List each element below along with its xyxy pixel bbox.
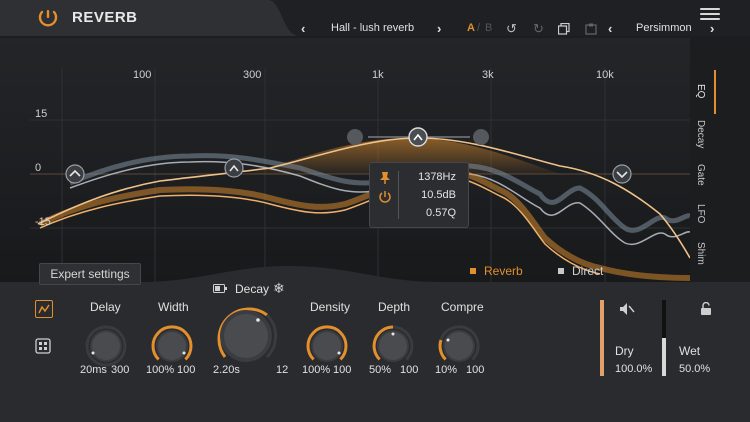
tab-eq[interactable]: EQ xyxy=(695,84,706,98)
expert-settings-button[interactable]: Expert settings xyxy=(39,263,141,285)
delay-label: Delay xyxy=(90,300,121,314)
eq-node-3 xyxy=(408,127,428,147)
tooltip-gain: 10.5dB xyxy=(421,189,456,201)
db-label-minus15: -15 xyxy=(35,216,51,228)
ab-b-button[interactable]: B xyxy=(485,22,492,34)
grid-view-icon[interactable] xyxy=(35,338,51,354)
eq-curves xyxy=(0,38,690,284)
delay-knob[interactable] xyxy=(82,322,130,370)
eq-node-1 xyxy=(65,164,85,184)
preset-bank-name[interactable]: Persimmon xyxy=(636,22,692,34)
wet-meter-fill xyxy=(662,338,666,376)
width-label: Width xyxy=(158,300,189,314)
dry-label: Dry xyxy=(615,344,634,358)
dry-meter[interactable] xyxy=(600,300,604,376)
density-knob[interactable] xyxy=(303,322,351,370)
graph-view-icon[interactable] xyxy=(35,300,53,318)
decay-min: 2.20s xyxy=(213,364,240,376)
depth-label: Depth xyxy=(378,300,411,314)
width-knob[interactable] xyxy=(148,322,196,370)
undo-icon[interactable]: ↺ xyxy=(506,21,517,37)
freq-label-10k: 10k xyxy=(596,69,614,81)
dry-meter-fill xyxy=(600,300,604,376)
density-min: 100% xyxy=(302,364,331,376)
depth-knob[interactable] xyxy=(369,322,417,370)
mute-speaker-icon[interactable] xyxy=(619,302,635,316)
compre-label: Compre xyxy=(441,300,484,314)
decay-label: Decay xyxy=(235,282,270,296)
copy-icon[interactable] xyxy=(558,23,570,35)
freq-label-1k: 1k xyxy=(372,69,384,81)
reverb-plugin-window: REVERB ‹ Hall - lush reverb › A / B ↺ ↻ … xyxy=(0,0,750,422)
wet-meter[interactable] xyxy=(662,300,666,376)
battery-icon xyxy=(213,284,227,293)
app-title: REVERB xyxy=(72,9,138,26)
density-label: Density xyxy=(310,300,351,314)
decay-knob[interactable] xyxy=(210,300,282,372)
lock-open-icon[interactable] xyxy=(700,302,712,316)
delay-min: 20ms xyxy=(80,364,107,376)
tab-active-indicator xyxy=(714,70,716,114)
ab-a-button[interactable]: A xyxy=(467,22,475,34)
preset-next-arrow-icon[interactable]: › xyxy=(437,21,441,36)
compre-knob[interactable] xyxy=(435,322,483,370)
tooltip-q: 0.57Q xyxy=(426,207,456,219)
tab-lfo[interactable]: LFO xyxy=(695,204,706,223)
freq-label-3k: 3k xyxy=(482,69,494,81)
depth-max: 100 xyxy=(400,364,419,376)
delay-max: 300 xyxy=(111,364,130,376)
wet-label: Wet xyxy=(679,344,701,358)
db-label-15: 15 xyxy=(35,108,48,120)
preset-prev-arrow-icon[interactable]: ‹ xyxy=(301,21,305,36)
header-bar: REVERB ‹ Hall - lush reverb › A / B ↺ ↻ … xyxy=(0,0,750,36)
eq-node-2 xyxy=(224,158,244,178)
tab-gate[interactable]: Gate xyxy=(695,164,706,186)
width-max: 100 xyxy=(177,364,196,376)
decay-max: 12 xyxy=(276,364,289,376)
bank-next-arrow-icon[interactable]: › xyxy=(710,21,714,36)
bank-prev-arrow-icon[interactable]: ‹ xyxy=(608,21,612,36)
width-min: 100% xyxy=(146,364,175,376)
freq-label-100: 100 xyxy=(133,69,152,81)
db-label-0: 0 xyxy=(35,162,42,174)
freq-label-300: 300 xyxy=(243,69,262,81)
tab-decay[interactable]: Decay xyxy=(695,120,706,148)
title-panel: REVERB xyxy=(0,0,290,36)
freeze-snowflake-icon[interactable]: ❄ xyxy=(273,280,285,297)
wet-value: 50.0% xyxy=(679,363,711,375)
eq-band-tooltip: 1378Hz 10.5dB 0.57Q xyxy=(369,162,469,228)
preset-name[interactable]: Hall - lush reverb xyxy=(331,22,414,34)
density-max: 100 xyxy=(333,364,352,376)
parameter-panel: Delay 20ms 300 Width 100% 100 Decay ❄ 2.… xyxy=(0,266,750,422)
band-power-icon[interactable] xyxy=(378,190,392,204)
hamburger-menu-icon[interactable] xyxy=(700,5,720,21)
compre-max: 100 xyxy=(466,364,485,376)
eq-graph[interactable]: 100 300 1k 3k 10k 15 0 -15 1378Hz 10.5dB… xyxy=(0,38,690,284)
redo-icon[interactable]: ↻ xyxy=(533,21,544,37)
eq-node-4 xyxy=(612,164,632,184)
compre-min: 10% xyxy=(435,364,458,376)
pin-icon[interactable] xyxy=(378,171,392,185)
depth-min: 50% xyxy=(369,364,392,376)
ab-separator: / xyxy=(477,22,481,34)
tooltip-frequency: 1378Hz xyxy=(418,171,456,183)
dry-value: 100.0% xyxy=(615,363,653,375)
power-logo-icon xyxy=(38,10,58,27)
paste-icon[interactable] xyxy=(585,23,597,35)
